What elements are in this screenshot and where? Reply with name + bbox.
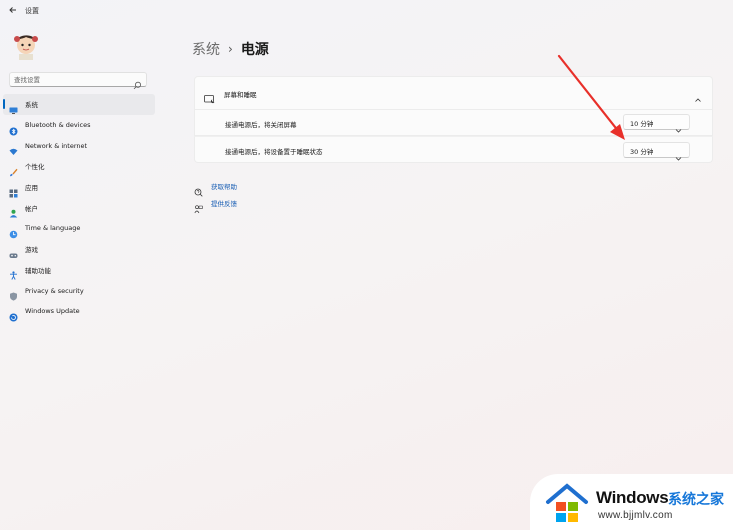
- sidebar-item-label: 辅助功能: [25, 266, 51, 275]
- screen-sleep-section-header[interactable]: 屏幕和睡眠: [194, 76, 713, 110]
- sidebar-item-network[interactable]: Network & internet: [3, 135, 155, 156]
- get-help-link[interactable]: 获取帮助: [194, 180, 237, 197]
- sidebar-item-system[interactable]: 系统: [3, 94, 155, 115]
- watermark-url: www.bjjmlv.com: [598, 510, 673, 521]
- give-feedback-link[interactable]: 提供反馈: [194, 197, 237, 213]
- screen-off-dropdown[interactable]: 10 分钟: [623, 114, 690, 133]
- link-label: 获取帮助: [211, 183, 237, 191]
- sidebar-item-label: 帐户: [25, 204, 38, 213]
- sidebar-item-windows-update[interactable]: Windows Update: [3, 301, 155, 322]
- dropdown-value: 10 分钟: [630, 120, 654, 128]
- update-icon: [9, 307, 18, 322]
- help-icon: [194, 182, 203, 197]
- screen-off-setting-row: 接通电源后，将关闭屏幕 10 分钟: [194, 110, 713, 136]
- sidebar-item-accessibility[interactable]: 辅助功能: [3, 260, 155, 281]
- bluetooth-icon: [9, 121, 18, 136]
- sidebar-item-time-language[interactable]: Time & language: [3, 218, 155, 239]
- sidebar-item-label: Windows Update: [25, 307, 80, 316]
- sidebar-item-bluetooth[interactable]: Bluetooth & devices: [3, 115, 155, 136]
- sidebar-item-label: 系统: [25, 101, 38, 110]
- search-box[interactable]: [9, 72, 147, 90]
- active-indicator: [3, 99, 5, 109]
- feedback-icon: [194, 199, 203, 213]
- watermark: Windows 系统之家 www.bjjmlv.com: [530, 474, 733, 530]
- gamepad-icon: [9, 245, 18, 258]
- breadcrumb-parent[interactable]: 系统: [192, 39, 220, 59]
- sidebar-item-label: 个性化: [25, 163, 45, 172]
- setting-label: 接通电源后，将设备置于睡眠状态: [225, 148, 323, 156]
- sidebar-item-label: 游戏: [25, 246, 38, 255]
- chevron-up-icon[interactable]: [694, 89, 702, 102]
- sidebar-item-label: Privacy & security: [25, 286, 84, 295]
- screen-sleep-icon: [204, 89, 215, 104]
- apps-icon: [9, 183, 18, 198]
- sleep-setting-row: 接通电源后，将设备置于睡眠状态 30 分钟: [194, 136, 713, 163]
- sidebar-item-label: Time & language: [25, 224, 81, 233]
- sidebar-item-label: 应用: [25, 184, 38, 193]
- display-icon: [9, 100, 18, 114]
- section-title: 屏幕和睡眠: [224, 91, 257, 99]
- globe-clock-icon: [9, 224, 18, 239]
- sidebar-item-label: Network & internet: [25, 141, 88, 150]
- search-icon: [133, 75, 142, 90]
- search-input[interactable]: [14, 74, 132, 85]
- sidebar-item-gaming[interactable]: 游戏: [3, 239, 155, 260]
- watermark-brand: Windows: [596, 488, 669, 507]
- wifi-icon: [9, 141, 18, 156]
- page-title: 电源: [240, 42, 269, 58]
- chevron-down-icon: [675, 147, 682, 161]
- sidebar-nav: 系统 Bluetooth & devices Network & interne…: [3, 94, 155, 322]
- back-arrow-icon[interactable]: [7, 5, 19, 17]
- dropdown-value: 30 分钟: [630, 148, 654, 156]
- watermark-brand-cn: 系统之家: [668, 492, 724, 508]
- breadcrumb-separator: ›: [228, 42, 233, 56]
- sidebar-item-privacy-security[interactable]: Privacy & security: [3, 280, 155, 301]
- sidebar-item-label: Bluetooth & devices: [25, 121, 91, 130]
- account-icon: [9, 203, 18, 218]
- sleep-dropdown[interactable]: 30 分钟: [623, 142, 690, 161]
- breadcrumb: 系统 › 电源: [192, 39, 269, 59]
- shield-icon: [9, 286, 18, 301]
- chevron-down-icon: [675, 119, 682, 133]
- sidebar-item-apps[interactable]: 应用: [3, 177, 155, 198]
- app-title: 设置: [25, 7, 39, 15]
- avatar[interactable]: [11, 31, 41, 61]
- house-logo-icon: [544, 480, 590, 526]
- title-bar: 设置: [0, 0, 733, 22]
- link-label: 提供反馈: [211, 200, 237, 208]
- accessibility-icon: [9, 265, 18, 281]
- setting-label: 接通电源后，将关闭屏幕: [225, 121, 297, 129]
- sidebar-item-accounts[interactable]: 帐户: [3, 197, 155, 218]
- sidebar-item-personalization[interactable]: 个性化: [3, 156, 155, 177]
- brush-icon: [9, 162, 18, 177]
